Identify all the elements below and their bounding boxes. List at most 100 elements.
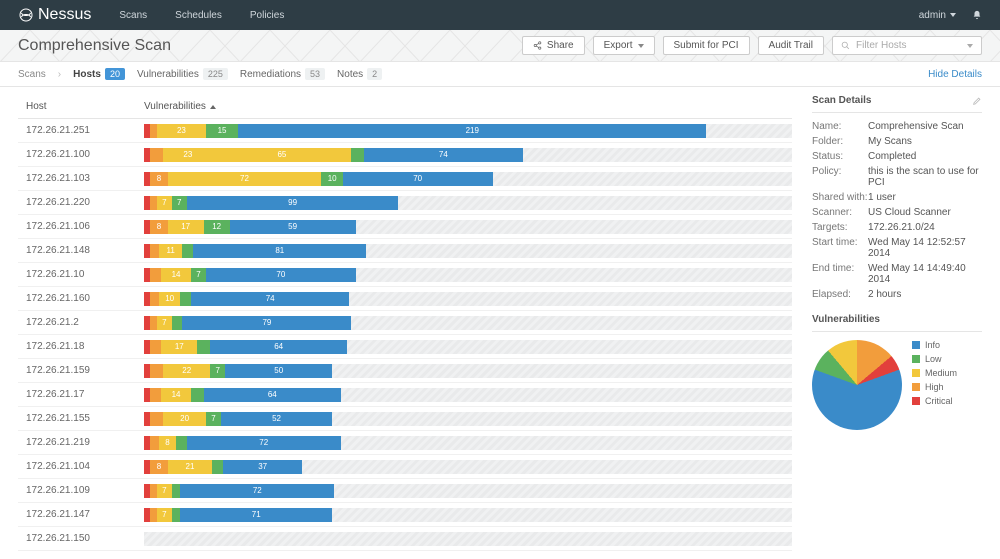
bar-seg-info: 50	[225, 364, 332, 378]
table-row[interactable]: 172.26.21.109772	[18, 479, 792, 503]
table-row[interactable]: 172.26.21.181764	[18, 335, 792, 359]
host-ip: 172.26.21.100	[26, 149, 144, 160]
detail-value: Comprehensive Scan	[868, 121, 982, 132]
bar-seg-low: 7	[172, 196, 187, 210]
bar-seg-med: 20	[163, 412, 206, 426]
search-icon	[841, 41, 850, 50]
filter-placeholder: Filter Hosts	[856, 40, 907, 51]
brand-logo[interactable]: Nessus	[18, 6, 91, 24]
vuln-bar: 872	[144, 436, 792, 450]
detail-key: Policy:	[812, 166, 868, 188]
bar-seg-med: 72	[168, 172, 322, 186]
chevron-down-icon	[967, 44, 973, 48]
table-row[interactable]: 172.26.21.2779	[18, 311, 792, 335]
detail-value: this is the scan to use for PCI	[868, 166, 982, 188]
hide-details-link[interactable]: Hide Details	[928, 69, 982, 80]
bar-seg-low: 10	[321, 172, 342, 186]
bar-seg-info: 74	[191, 292, 349, 306]
table-row[interactable]: 172.26.21.100236574	[18, 143, 792, 167]
bar-seg-med: 21	[168, 460, 213, 474]
table-row[interactable]: 172.26.21.1038721070	[18, 167, 792, 191]
table-row[interactable]: 172.26.21.1014770	[18, 263, 792, 287]
vuln-bar	[144, 532, 792, 546]
host-ip: 172.26.21.103	[26, 173, 144, 184]
bar-seg-info: 64	[204, 388, 341, 402]
brand-text: Nessus	[38, 6, 91, 24]
chevron-down-icon	[638, 44, 644, 48]
table-row[interactable]: 172.26.21.1068171259	[18, 215, 792, 239]
bar-seg-high	[150, 436, 159, 450]
table-row[interactable]: 172.26.21.10482137	[18, 455, 792, 479]
table-row[interactable]: 172.26.21.2207799	[18, 191, 792, 215]
tab-row: Scans › Hosts 20 Vulnerabilities 225 Rem…	[0, 62, 1000, 87]
detail-value: Wed May 14 12:52:57 2014	[868, 237, 982, 259]
edit-icon[interactable]	[972, 96, 982, 106]
nav-scans[interactable]: Scans	[119, 10, 147, 21]
vuln-pie-chart[interactable]	[812, 340, 902, 430]
bar-seg-med: 7	[157, 508, 172, 522]
table-row[interactable]: 172.26.21.219872	[18, 431, 792, 455]
bar-seg-info: 71	[180, 508, 332, 522]
audit-trail-button[interactable]: Audit Trail	[758, 36, 824, 55]
col-host[interactable]: Host	[26, 101, 144, 112]
bar-seg-low	[212, 460, 223, 474]
export-button[interactable]: Export	[593, 36, 655, 55]
vuln-bar: 7799	[144, 196, 792, 210]
bar-seg-low	[182, 244, 193, 258]
filter-hosts-input[interactable]: Filter Hosts	[832, 36, 982, 55]
table-row[interactable]: 172.26.21.15520752	[18, 407, 792, 431]
bar-seg-low	[197, 340, 210, 354]
bell-icon[interactable]	[972, 10, 982, 20]
table-row[interactable]: 172.26.21.147771	[18, 503, 792, 527]
vuln-bar: 2315219	[144, 124, 792, 138]
table-row[interactable]: 172.26.21.150	[18, 527, 792, 551]
legend-swatch-low	[912, 355, 920, 363]
breadcrumb-scans[interactable]: Scans	[18, 69, 46, 80]
submit-pci-button[interactable]: Submit for PCI	[663, 36, 750, 55]
chevron-down-icon	[950, 13, 956, 17]
table-row[interactable]: 172.26.21.1481181	[18, 239, 792, 263]
detail-value: 172.26.21.0/24	[868, 222, 982, 233]
legend-swatch-med	[912, 369, 920, 377]
tab-vulns-count: 225	[203, 68, 228, 80]
bar-seg-high	[150, 388, 161, 402]
host-ip: 172.26.21.2	[26, 317, 144, 328]
detail-value: Completed	[868, 151, 982, 162]
table-row[interactable]: 172.26.21.2512315219	[18, 119, 792, 143]
bar-seg-info: 52	[221, 412, 332, 426]
table-row[interactable]: 172.26.21.171464	[18, 383, 792, 407]
tab-hosts-label: Hosts	[73, 69, 101, 80]
share-button[interactable]: Share	[522, 36, 585, 55]
user-menu[interactable]: admin	[919, 10, 956, 21]
vuln-bar: 1181	[144, 244, 792, 258]
detail-row: Status:Completed	[812, 151, 982, 162]
vuln-bar: 8721070	[144, 172, 792, 186]
tab-hosts[interactable]: Hosts 20	[73, 68, 125, 80]
host-ip: 172.26.21.17	[26, 389, 144, 400]
nav-policies[interactable]: Policies	[250, 10, 284, 21]
hosts-table: Host Vulnerabilities 172.26.21.251231521…	[18, 95, 792, 551]
vuln-legend: Info Low Medium High Critical	[912, 340, 957, 410]
vuln-bar: 779	[144, 316, 792, 330]
host-ip: 172.26.21.251	[26, 125, 144, 136]
legend-swatch-info	[912, 341, 920, 349]
host-ip: 172.26.21.150	[26, 533, 144, 544]
tab-notes[interactable]: Notes 2	[337, 68, 382, 80]
bar-seg-high: 8	[150, 460, 167, 474]
bar-seg-med: 17	[168, 220, 204, 234]
breadcrumb-sep: ›	[58, 69, 61, 80]
col-vulnerabilities[interactable]: Vulnerabilities	[144, 101, 216, 112]
bar-seg-med: 7	[157, 196, 172, 210]
bar-seg-info: 72	[180, 484, 334, 498]
tab-vulnerabilities[interactable]: Vulnerabilities 225	[137, 68, 228, 80]
detail-row: Scanner:US Cloud Scanner	[812, 207, 982, 218]
bar-seg-low	[172, 484, 181, 498]
vuln-panel-title: Vulnerabilities	[812, 308, 982, 332]
legend-high: High	[925, 382, 944, 392]
bar-seg-high	[150, 340, 161, 354]
table-row[interactable]: 172.26.21.1601074	[18, 287, 792, 311]
tab-hosts-count: 20	[105, 68, 125, 80]
tab-remediations[interactable]: Remediations 53	[240, 68, 325, 80]
table-row[interactable]: 172.26.21.15922750	[18, 359, 792, 383]
nav-schedules[interactable]: Schedules	[175, 10, 222, 21]
